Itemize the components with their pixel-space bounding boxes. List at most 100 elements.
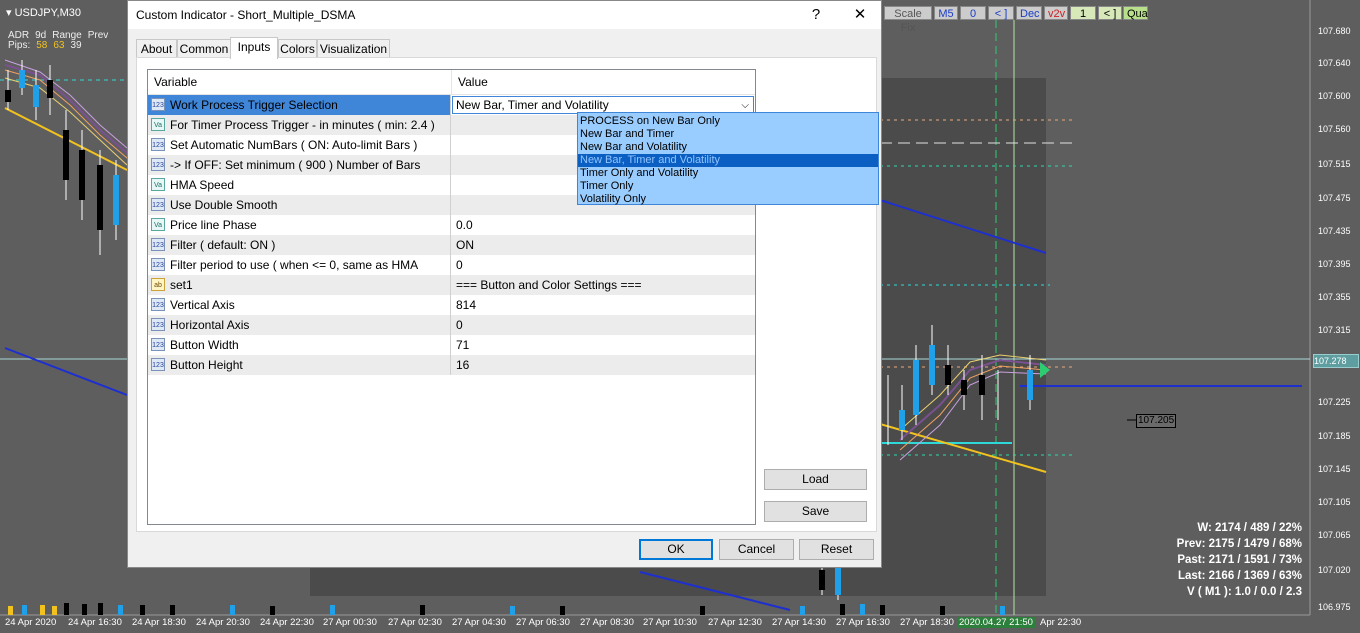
double-icon: Va [151, 118, 165, 131]
dropdown-option[interactable]: New Bar and Timer [578, 128, 878, 141]
double-icon: Va [151, 218, 165, 231]
dropdown-option[interactable]: Timer Only and Volatility [578, 167, 878, 180]
trigger-selection-dropdown[interactable]: PROCESS on New Bar Only New Bar and Time… [577, 112, 879, 205]
dropdown-option[interactable]: Volatility Only [578, 193, 878, 206]
price-tick: 107.105 [1318, 497, 1351, 507]
time-tick: 24 Apr 2020 [5, 617, 57, 628]
toolbar-qua-button[interactable]: Qua [1123, 6, 1148, 20]
dialog-titlebar[interactable]: Custom Indicator - Short_Multiple_DSMA ?… [128, 1, 881, 29]
table-row[interactable]: 123 Horizontal Axis 0 [148, 315, 755, 335]
current-price-label: 107.278 [1313, 354, 1359, 368]
variable-value[interactable]: 0 [452, 315, 755, 335]
adr-value: 63 [53, 40, 65, 51]
price-tick: 107.145 [1318, 464, 1351, 474]
toolbar-back-button[interactable]: < ] [988, 6, 1014, 20]
table-row[interactable]: 123 Button Width 71 [148, 335, 755, 355]
price-tick: 107.020 [1318, 565, 1351, 575]
toolbar-v2v-button[interactable]: v2v [1044, 6, 1068, 20]
table-row[interactable]: Va Price line Phase 0.0 [148, 215, 755, 235]
dropdown-option[interactable]: Timer Only [578, 180, 878, 193]
variable-name: set1 [170, 278, 193, 292]
dropdown-option[interactable]: New Bar and Volatility [578, 141, 878, 154]
integer-icon: 123 [151, 98, 165, 111]
adr-values: Pips: 58 63 39 [8, 41, 114, 51]
integer-icon: 123 [151, 358, 165, 371]
price-tick: 107.435 [1318, 226, 1351, 236]
price-tick: 107.355 [1318, 292, 1351, 302]
close-icon[interactable]: ✕ [838, 3, 882, 27]
integer-icon: 123 [151, 138, 165, 151]
variable-name: Vertical Axis [170, 298, 235, 312]
adr-panel: ADR 9d Range Prev Pips: 58 63 39 [8, 31, 114, 51]
toolbar-zero-button[interactable]: 0 [960, 6, 986, 20]
adr-value: Pips: [8, 40, 31, 51]
menu-triangle-icon: ▾ [6, 7, 15, 19]
time-tick: 27 Apr 18:30 [900, 617, 954, 628]
variable-name: HMA Speed [170, 178, 235, 192]
cancel-button[interactable]: Cancel [719, 539, 794, 560]
variable-value[interactable]: 71 [452, 335, 755, 355]
time-tick: 27 Apr 10:30 [643, 617, 697, 628]
stats-line: Prev: 2175 / 1479 / 68% [1176, 538, 1302, 550]
adr-value: 58 [36, 40, 48, 51]
stats-line: Past: 2171 / 1591 / 73% [1177, 554, 1302, 566]
time-tick: 27 Apr 06:30 [516, 617, 570, 628]
table-row[interactable]: ab set1 === Button and Color Settings === [148, 275, 755, 295]
table-row[interactable]: 123 Filter period to use ( when <= 0, sam… [148, 255, 755, 292]
variable-name: Button Width [170, 338, 239, 352]
price-tick: 107.185 [1318, 431, 1351, 441]
column-header-variable[interactable]: Variable [148, 70, 452, 94]
toolbar-timeframe-button[interactable]: M5 [934, 6, 958, 20]
tab-about[interactable]: About [136, 39, 177, 58]
time-tick: 24 Apr 16:30 [68, 617, 122, 628]
save-button[interactable]: Save [764, 501, 867, 522]
variable-value[interactable]: 0.0 [452, 215, 755, 235]
help-icon[interactable]: ? [794, 3, 838, 27]
reset-button[interactable]: Reset [799, 539, 874, 560]
variable-value[interactable]: 16 [452, 355, 755, 375]
price-tick: 107.600 [1318, 91, 1351, 101]
integer-icon: 123 [151, 318, 165, 331]
price-tick: 106.975 [1318, 602, 1351, 612]
time-tick: 24 Apr 22:30 [260, 617, 314, 628]
dropdown-option[interactable]: PROCESS on New Bar Only [578, 115, 878, 128]
toolbar-one-button[interactable]: 1 [1070, 6, 1096, 20]
load-button[interactable]: Load [764, 469, 867, 490]
variable-value[interactable]: 0 [452, 255, 755, 275]
variable-value[interactable]: 814 [452, 295, 755, 315]
table-row[interactable]: 123 Filter ( default: ON ) ON [148, 235, 755, 255]
time-tick: 27 Apr 12:30 [708, 617, 762, 628]
price-tick: 107.065 [1318, 530, 1351, 540]
toolbar-back2-button[interactable]: < ] [1098, 6, 1122, 20]
integer-icon: 123 [151, 298, 165, 311]
price-box-label[interactable]: 107.205 [1136, 414, 1177, 428]
stats-line: W: 2174 / 489 / 22% [1197, 522, 1302, 534]
variable-name: Use Double Smooth [170, 198, 278, 212]
variable-name: Button Height [170, 358, 243, 372]
grid-header: Variable Value [148, 70, 755, 95]
variable-name: Horizontal Axis [170, 318, 250, 332]
variable-value[interactable]: ON [452, 235, 755, 255]
toolbar-scale-fix-button[interactable]: Scale Fix [884, 6, 932, 34]
price-tick: 107.680 [1318, 26, 1351, 36]
tab-visualization[interactable]: Visualization [317, 39, 390, 58]
toolbar-dec-button[interactable]: Dec [1016, 6, 1042, 20]
variable-name: -> If OFF: Set minimum ( 900 ) Number of… [170, 158, 421, 172]
integer-icon: 123 [151, 238, 165, 251]
variable-value[interactable]: === Button and Color Settings === [452, 275, 755, 295]
dropdown-option-selected[interactable]: New Bar, Timer and Volatility [578, 154, 878, 167]
time-tick: 27 Apr 16:30 [836, 617, 890, 628]
column-header-value[interactable]: Value [452, 70, 488, 94]
time-tick: 27 Apr 04:30 [452, 617, 506, 628]
time-tick: 27 Apr 00:30 [323, 617, 377, 628]
time-tick: Apr 22:30 [1040, 617, 1082, 628]
time-crosshair-label: 2020.04.27 21:50 [957, 617, 1035, 628]
string-icon: ab [151, 278, 165, 291]
stats-line: V ( M1 ): 1.0 / 0.0 / 2.3 [1186, 586, 1302, 598]
tab-common[interactable]: Common [177, 39, 231, 58]
tab-inputs[interactable]: Inputs [230, 37, 278, 59]
ok-button[interactable]: OK [639, 539, 713, 560]
tab-colors[interactable]: Colors [278, 39, 317, 58]
table-row[interactable]: 123 Vertical Axis 814 [148, 295, 755, 315]
table-row[interactable]: 123 Button Height 16 [148, 355, 755, 375]
